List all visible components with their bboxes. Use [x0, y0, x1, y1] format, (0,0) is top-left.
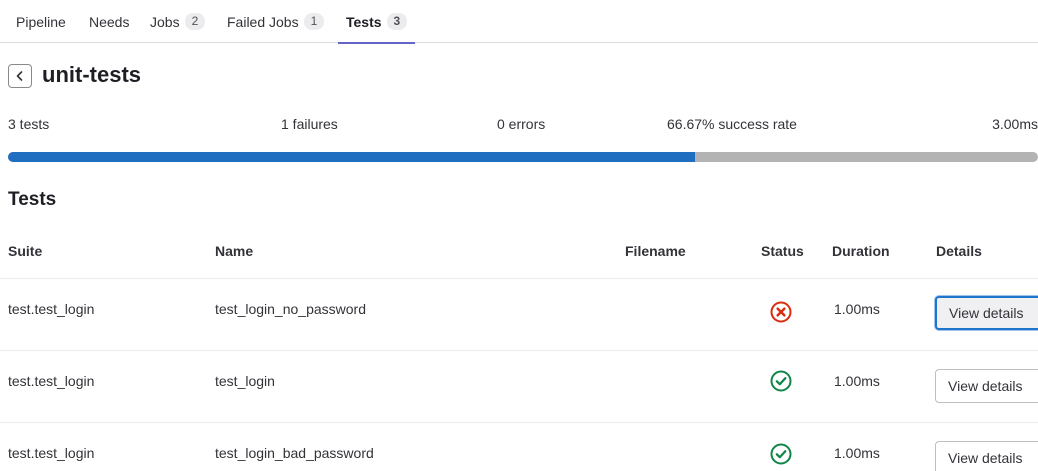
tab-label: Jobs — [150, 13, 180, 30]
status-success-icon — [770, 370, 792, 392]
success-progress-bar — [8, 152, 1038, 162]
name-cell: test_login_no_password — [215, 301, 366, 317]
back-button[interactable] — [8, 64, 32, 88]
view-details-button[interactable]: View details — [935, 369, 1038, 403]
suite-cell: test.test_login — [8, 301, 95, 317]
tab-count-badge: 3 — [386, 13, 408, 30]
view-details-button[interactable]: View details — [935, 296, 1038, 330]
status-success-icon — [770, 443, 792, 465]
name-cell: test_login — [215, 373, 275, 389]
summary-duration: 3.00ms — [992, 116, 1038, 132]
column-header-suite: Suite — [8, 243, 43, 259]
tab-needs[interactable]: Needs — [89, 0, 129, 43]
row-divider — [0, 350, 1038, 351]
column-header-details: Details — [936, 243, 982, 259]
tab-label: Needs — [89, 13, 130, 30]
duration-cell: 1.00ms — [834, 373, 880, 389]
tab-tests[interactable]: Tests 3 — [337, 0, 416, 44]
chevron-left-icon — [16, 71, 23, 81]
column-header-filename: Filename — [625, 243, 686, 259]
suite-cell: test.test_login — [8, 445, 95, 461]
summary-failures: 1 failures — [281, 116, 338, 132]
tab-failed-jobs[interactable]: Failed Jobs 1 — [227, 0, 325, 43]
summary-success-rate: 66.67% success rate — [667, 116, 797, 132]
row-divider — [0, 278, 1038, 279]
tab-jobs[interactable]: Jobs 2 — [150, 0, 206, 43]
tests-section-title: Tests — [8, 189, 57, 210]
column-header-duration: Duration — [832, 243, 890, 259]
column-header-name: Name — [215, 243, 254, 259]
tab-label: Pipeline — [16, 13, 66, 30]
pipeline-tabs: Pipeline Needs Jobs 2 Failed Jobs 1 Test… — [0, 0, 1038, 44]
tab-label: Tests — [346, 13, 382, 30]
view-details-button[interactable]: View details — [935, 441, 1038, 471]
duration-cell: 1.00ms — [834, 445, 880, 461]
suite-title: unit-tests — [42, 62, 141, 87]
tab-label: Failed Jobs — [227, 13, 299, 30]
tab-count-badge: 1 — [303, 13, 325, 30]
status-failed-icon — [770, 301, 792, 323]
column-header-status: Status — [761, 243, 804, 259]
success-progress-fill — [8, 152, 695, 162]
tab-pipeline[interactable]: Pipeline — [16, 0, 66, 43]
duration-cell: 1.00ms — [834, 301, 880, 317]
row-divider — [0, 422, 1038, 423]
summary-tests: 3 tests — [8, 116, 50, 132]
suite-cell: test.test_login — [8, 373, 95, 389]
name-cell: test_login_bad_password — [215, 445, 374, 461]
summary-errors: 0 errors — [497, 116, 546, 132]
tab-count-badge: 2 — [184, 13, 206, 30]
